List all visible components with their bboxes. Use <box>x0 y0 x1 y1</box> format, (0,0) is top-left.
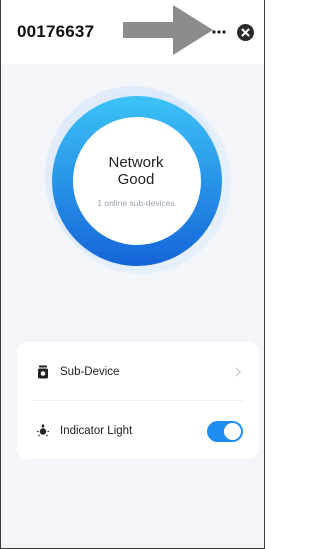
close-button[interactable] <box>237 24 254 41</box>
header-bar: 00176637 <box>1 0 264 64</box>
close-circle-icon <box>241 28 250 37</box>
indicator-light-label: Indicator Light <box>60 425 133 437</box>
sub-device-label: Sub-Device <box>60 366 120 378</box>
more-options-button[interactable] <box>211 24 227 40</box>
network-status-ring: Network Good 1 online sub-devices <box>41 78 231 278</box>
annotation-arrow-icon <box>123 5 213 55</box>
online-subdevices-text: 1 online sub-devices <box>97 198 175 208</box>
toggle-knob <box>224 422 241 440</box>
light-bulb-icon <box>37 424 49 437</box>
more-horizontal-icon <box>212 30 226 34</box>
row-divider <box>33 400 243 401</box>
sub-device-row[interactable]: Sub-Device <box>17 347 259 397</box>
sub-device-icon <box>38 365 48 379</box>
settings-card: Sub-Device Indicator Light <box>17 342 259 459</box>
status-title: Network Good <box>41 154 231 188</box>
indicator-light-toggle[interactable] <box>207 420 243 442</box>
chevron-right-icon <box>235 367 241 377</box>
status-line-good: Good <box>117 171 155 188</box>
status-line-network: Network <box>108 154 164 171</box>
device-id-title: 00176637 <box>17 22 95 41</box>
indicator-light-row: Indicator Light <box>17 406 259 456</box>
app-frame: 00176637 Network Good 1 online sub-devic… <box>0 0 265 549</box>
